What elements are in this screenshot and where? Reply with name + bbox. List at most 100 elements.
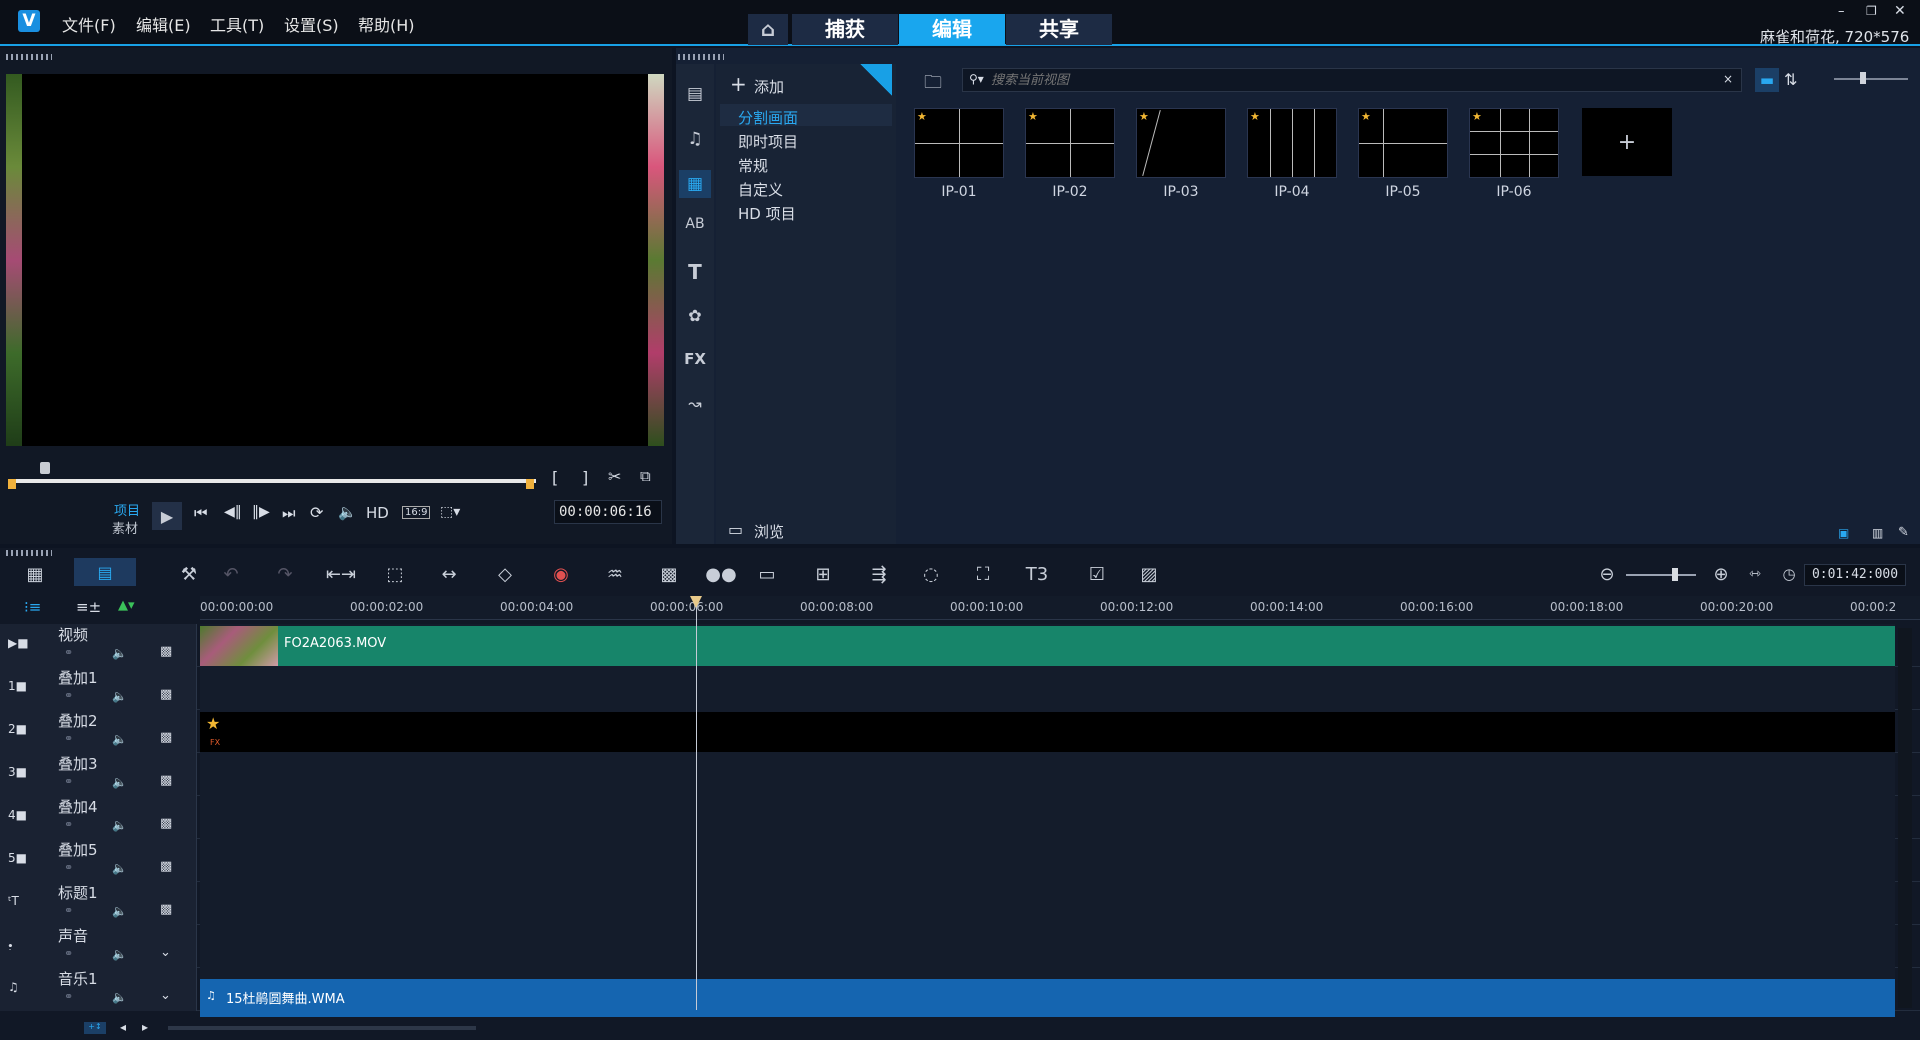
link-icon[interactable]: ⚭ <box>64 947 73 960</box>
display-mode-icon[interactable]: ⬚▾ <box>440 504 460 520</box>
template-item[interactable]: ★ IP-01 <box>906 106 1012 206</box>
filter-fx-icon[interactable]: FX <box>683 350 707 368</box>
panel-grip[interactable] <box>6 54 52 60</box>
thumb-size-handle[interactable] <box>1860 72 1866 84</box>
zoom-handle[interactable] <box>1672 568 1678 581</box>
mute-icon[interactable]: 🔈 <box>112 732 127 746</box>
track-header[interactable]: 5■ 叠加5 ⚭ 🔈 ▩ <box>0 839 197 882</box>
effects-icon[interactable]: ▨ <box>1134 562 1164 586</box>
mute-icon[interactable]: 🔈 <box>112 818 127 832</box>
template-icon[interactable]: ▦ <box>679 170 711 198</box>
track-scroll-icon[interactable]: +↕ <box>84 1022 106 1034</box>
instant-project-icon[interactable]: ♫ <box>683 129 707 149</box>
expand-icon[interactable]: ⌄ <box>160 945 171 960</box>
clear-search-icon[interactable]: × <box>1723 72 1733 86</box>
home-icon[interactable]: ⌂ <box>748 14 788 45</box>
track-header[interactable]: 4■ 叠加4 ⚭ 🔈 ▩ <box>0 796 197 839</box>
track-manager-icon[interactable]: ⁝≡ <box>24 598 41 616</box>
template-item[interactable]: ★ IP-02 <box>1017 106 1123 206</box>
enlarge-icon[interactable]: ⧉ <box>640 467 651 485</box>
horizontal-scrollbar[interactable] <box>168 1026 476 1030</box>
mute-icon[interactable]: 🔈 <box>112 775 127 789</box>
ripple-icon[interactable]: ▩ <box>160 816 172 831</box>
mute-icon[interactable]: 🔈 <box>112 689 127 703</box>
minimize-icon[interactable]: – <box>1838 4 1845 19</box>
aspect-ratio-button[interactable]: 16:9 <box>402 506 431 519</box>
track-header[interactable]: 1■ 叠加1 ⚭ 🔈 ▩ <box>0 667 197 710</box>
search-box[interactable]: ⚲▾ × <box>962 68 1742 92</box>
video-clip[interactable]: FO2A2063.MOV <box>200 626 1895 666</box>
mute-icon[interactable]: 🔈 <box>112 990 127 1004</box>
repeat-icon[interactable]: ⟳ <box>310 503 323 522</box>
track-header[interactable]: 3■ 叠加3 ⚭ 🔈 ▩ <box>0 753 197 796</box>
go-start-icon[interactable]: ⏮ <box>194 504 208 522</box>
list-view-icon[interactable]: ▬ <box>1755 68 1779 92</box>
crop-icon[interactable]: ⬚ <box>380 562 410 586</box>
tab-capture[interactable]: 捕获 <box>792 14 898 45</box>
category-general[interactable]: 常规 <box>738 155 768 176</box>
folder-icon[interactable]: 🗀 <box>924 70 942 100</box>
mode-project[interactable]: 项目 <box>114 500 140 519</box>
ripple-icon[interactable]: ▩ <box>160 902 172 917</box>
track-lane[interactable] <box>200 796 1895 839</box>
track-lane[interactable] <box>200 839 1895 882</box>
tab-edit[interactable]: 编辑 <box>899 14 1005 45</box>
category-instant-project[interactable]: 即时项目 <box>738 131 798 152</box>
menu-tools[interactable]: 工具(T) <box>210 12 264 36</box>
ripple-icon[interactable]: ▩ <box>160 773 172 788</box>
storyboard-view-icon[interactable]: ▦ <box>20 562 50 586</box>
hd-toggle[interactable]: HD <box>366 504 389 522</box>
title-3d-icon[interactable]: T3 <box>1022 562 1052 586</box>
menu-file[interactable]: 文件(F) <box>62 12 116 36</box>
template-item[interactable]: ★ IP-06 <box>1461 106 1567 206</box>
go-end-icon[interactable]: ⏭ <box>282 504 296 522</box>
ripple-icon[interactable]: ▩ <box>160 687 172 702</box>
mask-icon[interactable]: ☑ <box>1082 562 1112 586</box>
next-frame-icon[interactable]: ‖▶ <box>252 504 270 520</box>
track-header[interactable]: ♫ 音乐1 ⚭ 🔈 ⌄ <box>0 968 197 1011</box>
category-hd-project[interactable]: HD 项目 <box>738 203 796 224</box>
mode-clip[interactable]: 素材 <box>112 518 138 537</box>
graphic-icon[interactable]: ✿ <box>683 306 707 325</box>
scroll-left-icon[interactable]: ◂ <box>120 1020 126 1034</box>
menu-settings[interactable]: 设置(S) <box>284 12 339 36</box>
template-item[interactable]: ★ IP-03 <box>1128 106 1234 206</box>
pin-icon[interactable] <box>860 64 892 96</box>
menu-help[interactable]: 帮助(H) <box>358 12 415 36</box>
thumb-size-slider[interactable] <box>1834 78 1908 80</box>
motion-path-icon[interactable]: ↝ <box>683 394 707 413</box>
motion-icon[interactable]: ⇶ <box>864 562 894 586</box>
trim-end-marker[interactable] <box>526 479 534 489</box>
subtitle-icon[interactable]: ▭ <box>752 562 782 586</box>
timeline-view-icon[interactable]: ▤ <box>74 558 136 586</box>
track-lane[interactable] <box>200 667 1895 710</box>
sort-icon[interactable]: ⇅ <box>1784 70 1797 89</box>
scroll-right-icon[interactable]: ▸ <box>142 1020 148 1034</box>
resize-icon[interactable]: ◇ <box>490 562 520 586</box>
track-header[interactable]: ▶■ 视频 ⚭ 🔈 ▩ <box>0 624 197 667</box>
record-icon[interactable]: ◉ <box>546 562 576 586</box>
browse-button[interactable]: 浏览 <box>754 521 784 542</box>
category-custom[interactable]: 自定义 <box>738 179 783 200</box>
prev-frame-icon[interactable]: ◀‖ <box>224 504 242 520</box>
zoom-out-icon[interactable]: ⊖ <box>1592 562 1622 586</box>
media-icon[interactable]: ▤ <box>683 84 707 104</box>
play-icon[interactable]: ▶ <box>152 502 182 530</box>
track-lane[interactable] <box>200 753 1895 796</box>
link-icon[interactable]: ⚭ <box>64 732 73 745</box>
track-header[interactable]: •ٜ 声音 ⚭ 🔈 ⌄ <box>0 925 197 968</box>
menu-edit[interactable]: 编辑(E) <box>136 12 191 36</box>
scissors-icon[interactable]: ✂ <box>608 467 621 486</box>
ripple-icon[interactable]: ▩ <box>160 859 172 874</box>
mute-icon[interactable]: 🔈 <box>112 646 127 660</box>
track-lane[interactable] <box>200 925 1895 968</box>
add-icon[interactable]: + <box>730 72 747 96</box>
track-header[interactable]: ᵗT 标题1 ⚭ 🔈 ▩ <box>0 882 197 925</box>
expand-icon[interactable]: ⌄ <box>160 988 171 1003</box>
title-icon[interactable]: T <box>683 260 707 284</box>
link-icon[interactable]: ⚭ <box>64 818 73 831</box>
timeline-ruler[interactable]: 00:00:00:00 00:00:02:00 00:00:04:00 00:00:0… <box>200 596 1920 620</box>
split-screen-icon[interactable]: ⊞ <box>808 562 838 586</box>
redo-icon[interactable]: ↷ <box>270 562 300 586</box>
track-header[interactable]: 2■ 叠加2 ⚭ 🔈 ▩ <box>0 710 197 753</box>
